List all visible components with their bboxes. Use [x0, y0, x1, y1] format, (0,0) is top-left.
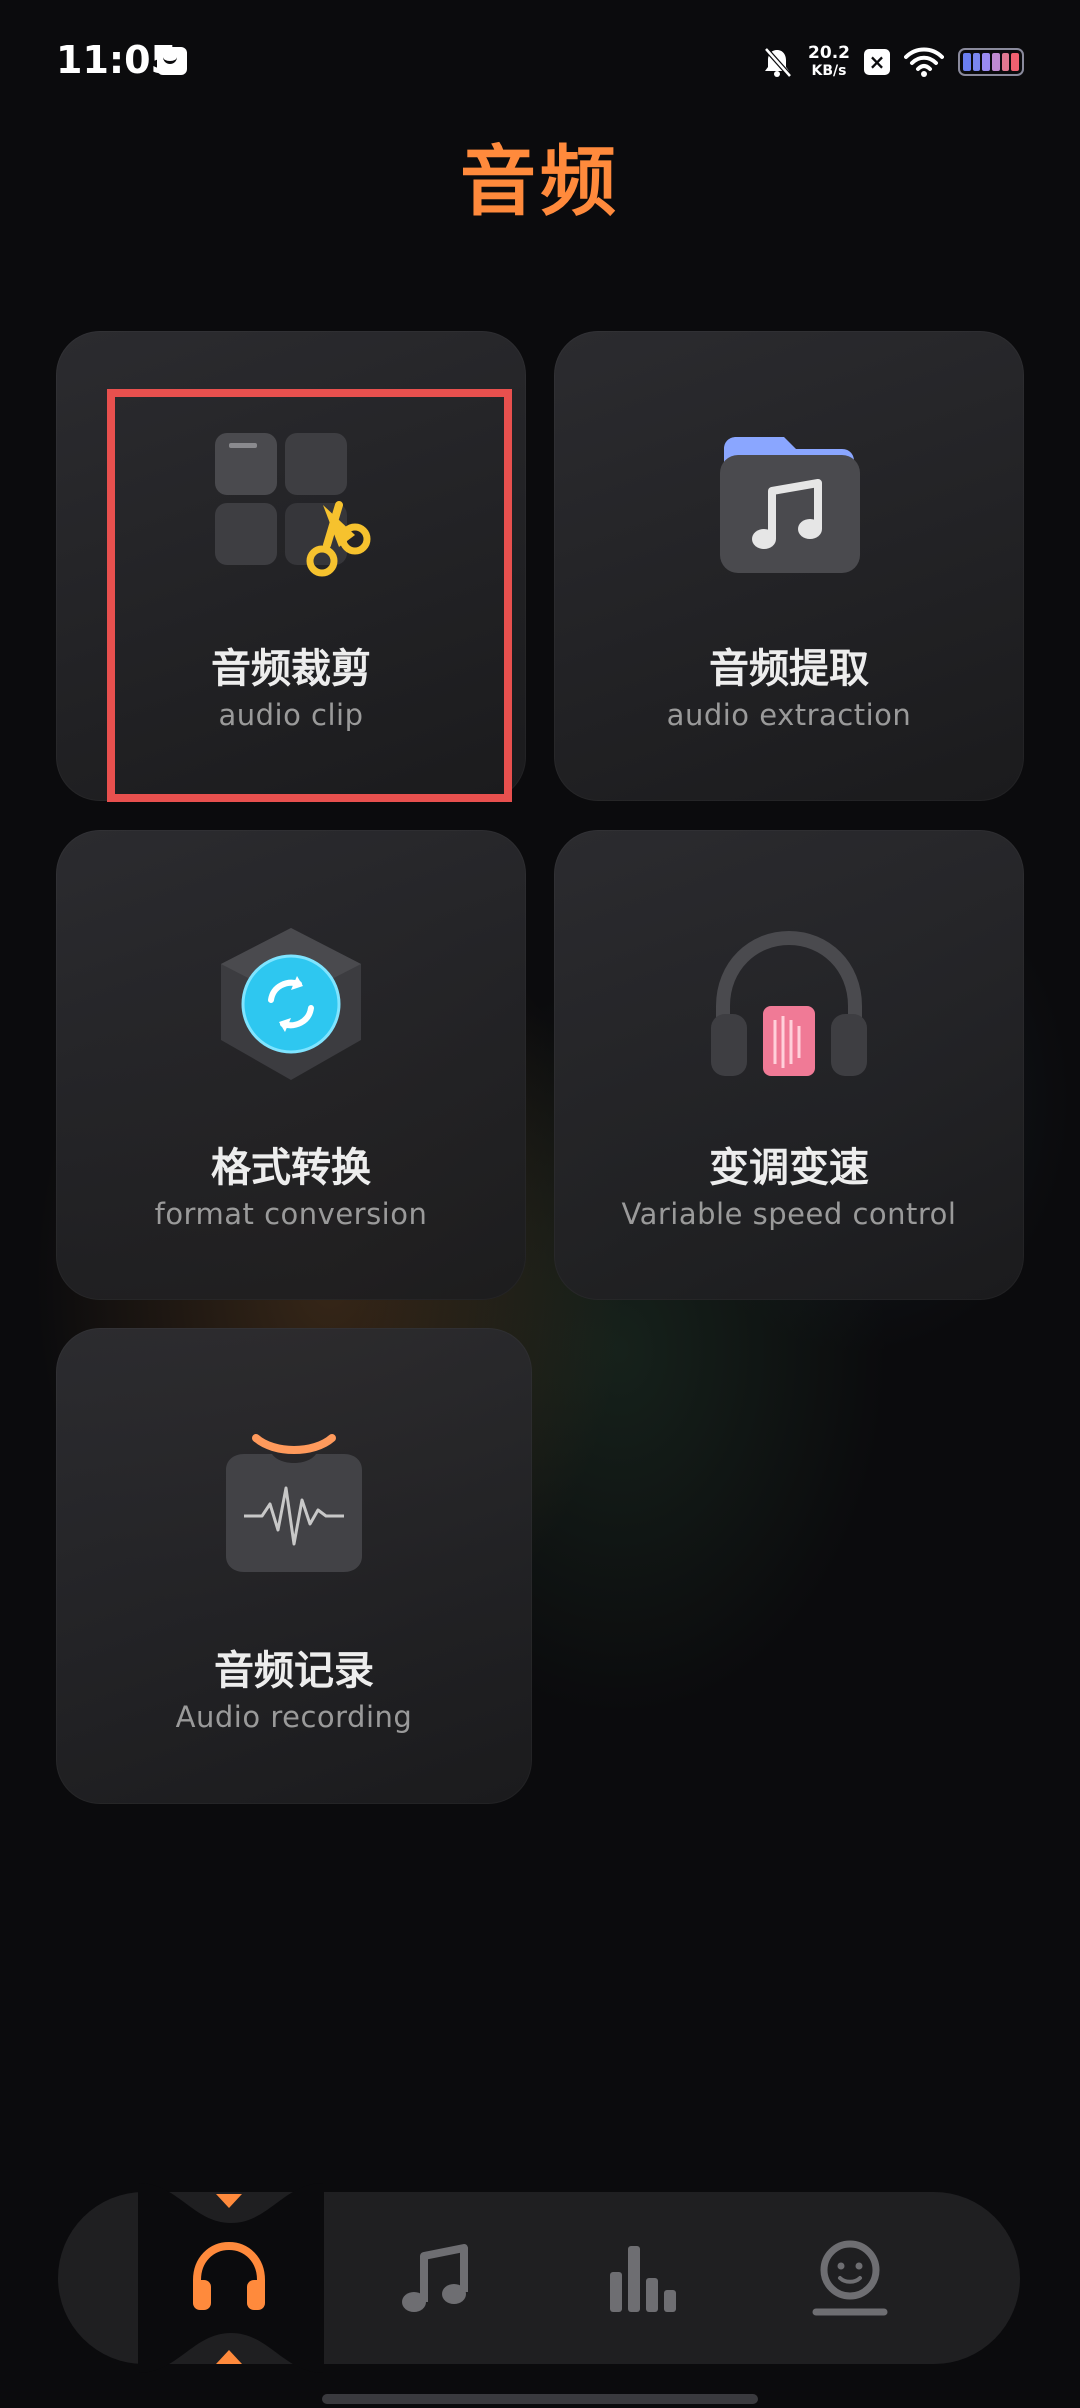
- battery-icon: [958, 48, 1024, 76]
- status-bar: 11:05 20.2 KB/s ×: [0, 0, 1080, 120]
- card-subtitle: Audio recording: [175, 1700, 413, 1734]
- wifi-icon: [904, 47, 944, 77]
- page-title: 音频: [460, 137, 620, 226]
- nav-tab-headphones[interactable]: [187, 2236, 271, 2320]
- card-title: 格式转换: [211, 1145, 371, 1191]
- card-subtitle: audio extraction: [666, 698, 912, 732]
- card-audio-clip[interactable]: 音频裁剪 audio clip: [56, 331, 526, 801]
- nav-tab-profile[interactable]: [808, 2236, 892, 2320]
- close-box-icon: ×: [864, 49, 890, 75]
- card-title: 音频裁剪: [211, 646, 371, 692]
- nav-tab-music[interactable]: [394, 2236, 478, 2320]
- card-title: 音频记录: [214, 1648, 374, 1694]
- card-audio-extraction[interactable]: 音频提取 audio extraction: [554, 331, 1024, 801]
- format-convert-icon: [221, 928, 361, 1080]
- card-audio-recording[interactable]: 音频记录 Audio recording: [56, 1328, 532, 1804]
- nav-tab-charts[interactable]: [600, 2236, 684, 2320]
- message-icon: [157, 47, 187, 75]
- card-title: 音频提取: [709, 646, 869, 692]
- clip-scissors-icon: [215, 433, 371, 577]
- card-subtitle: audio clip: [218, 698, 364, 732]
- status-icons: 20.2 KB/s ×: [760, 40, 1024, 84]
- music-folder-icon: [720, 437, 860, 573]
- card-format-conversion[interactable]: 格式转换 format conversion: [56, 830, 526, 1300]
- waveform-record-icon: [226, 1434, 362, 1572]
- card-subtitle: format conversion: [154, 1197, 428, 1231]
- card-title: 变调变速: [709, 1145, 869, 1191]
- network-speed: 20.2 KB/s: [808, 44, 850, 80]
- bell-off-icon: [764, 47, 792, 78]
- home-indicator[interactable]: [322, 2394, 758, 2404]
- card-subtitle: Variable speed control: [621, 1197, 957, 1231]
- headphones-icon: [711, 930, 867, 1076]
- speed-value: 20.2: [808, 43, 850, 63]
- speed-unit: KB/s: [811, 63, 847, 79]
- card-variable-speed[interactable]: 变调变速 Variable speed control: [554, 830, 1024, 1300]
